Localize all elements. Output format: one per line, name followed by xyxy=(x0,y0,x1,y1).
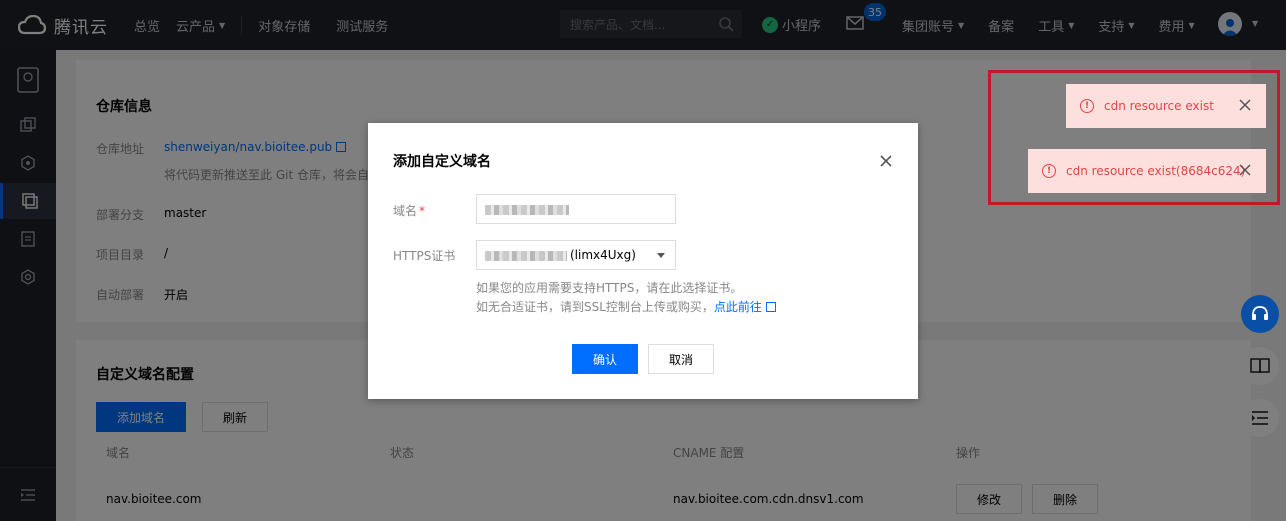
menu-list-button[interactable] xyxy=(1241,399,1279,437)
list-icon xyxy=(1252,411,1268,425)
cancel-button[interactable]: 取消 xyxy=(648,344,714,374)
cert-hint-line1: 如果您的应用需要支持HTTPS，请在此选择证书。 xyxy=(476,281,743,295)
confirm-button[interactable]: 确认 xyxy=(572,344,638,374)
customer-service-button[interactable] xyxy=(1241,295,1279,333)
toast-message: cdn resource exist xyxy=(1104,99,1214,113)
chevron-down-icon xyxy=(657,253,665,258)
close-icon[interactable] xyxy=(1238,98,1252,112)
book-icon xyxy=(1250,358,1270,374)
domain-field-label: 域名 * xyxy=(393,204,426,218)
https-cert-select[interactable]: (limx4Uxg) xyxy=(476,240,676,270)
docs-button[interactable] xyxy=(1241,347,1279,385)
redacted-domain-text xyxy=(485,205,569,215)
required-mark: * xyxy=(419,204,426,218)
cert-id-suffix: (limx4Uxg) xyxy=(570,248,636,262)
dialog-title: 添加自定义域名 xyxy=(393,154,491,170)
headset-icon xyxy=(1252,306,1268,320)
domain-input[interactable] xyxy=(476,194,676,224)
alert-circle-icon: ! xyxy=(1042,164,1056,178)
alert-circle-icon: ! xyxy=(1080,99,1094,113)
external-link-icon xyxy=(765,302,776,312)
error-toast: ! cdn resource exist(8684c624) xyxy=(1028,149,1266,193)
close-icon[interactable] xyxy=(1238,163,1252,177)
ssl-console-link[interactable]: 点此前往 xyxy=(714,300,762,314)
add-domain-dialog: 添加自定义域名 域名 * HTTPS证书 (limx4Uxg) 如果您的应用需要支… xyxy=(368,123,918,399)
cert-hint-line2: 如无合适证书，请到SSL控制台上传或购买，点此前往 xyxy=(476,298,776,315)
https-cert-label: HTTPS证书 xyxy=(393,249,456,263)
error-toast: ! cdn resource exist xyxy=(1066,84,1266,128)
toast-message: cdn resource exist(8684c624) xyxy=(1066,164,1246,178)
close-icon[interactable] xyxy=(878,153,894,169)
redacted-cert-text xyxy=(485,251,567,261)
